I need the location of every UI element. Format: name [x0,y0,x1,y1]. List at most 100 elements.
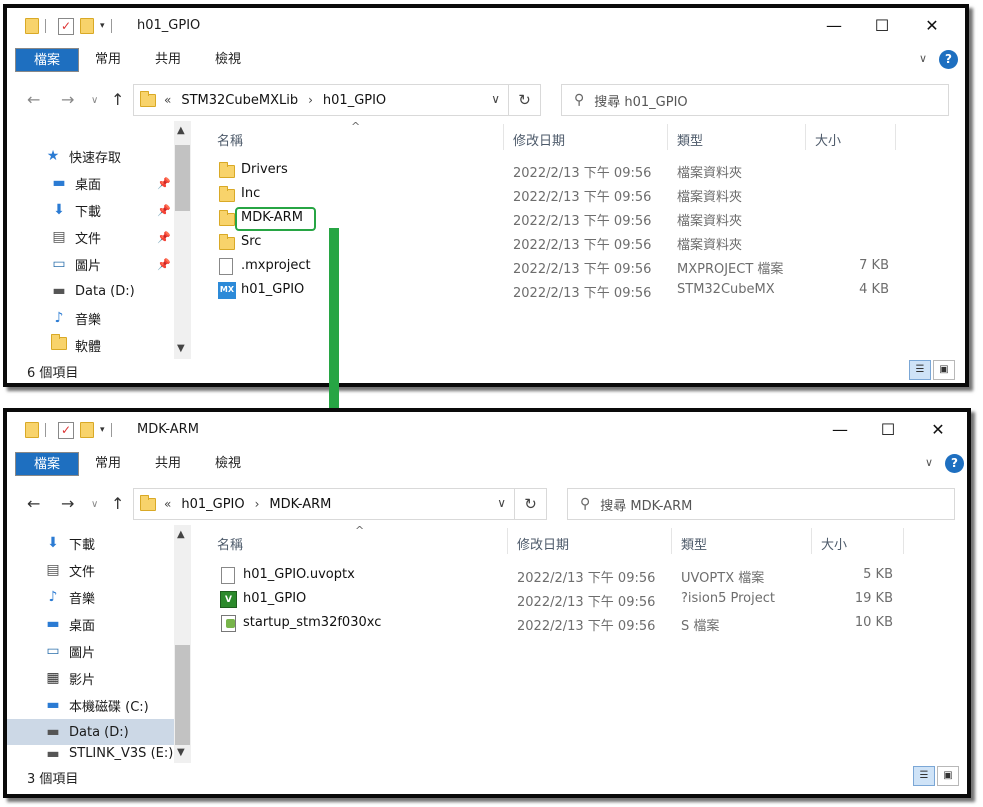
address-bar[interactable]: « h01_GPIO › MDK-ARM ∨ [133,488,515,520]
properties-icon[interactable]: ✓ [58,421,74,439]
tab-view[interactable]: 檢視 [205,48,251,72]
chevron-down-icon[interactable]: ∨ [491,92,500,106]
customize-toolbar-dropdown[interactable]: ▾ [100,425,105,435]
pin-icon[interactable]: 📌 [157,231,171,244]
tab-file[interactable]: 檔案 [15,452,79,476]
list-item[interactable]: startup_stm32f030xc 2022/2/13 下午 09:56 S… [219,612,919,636]
drive-icon: ▬ [46,697,60,713]
folder-icon[interactable] [25,422,39,438]
list-item[interactable]: Inc 2022/2/13 下午 09:56 檔案資料夾 [217,183,917,207]
sidebar-item-label: 圖片 [75,258,102,274]
properties-icon[interactable]: ✓ [58,17,74,35]
help-icon[interactable]: ? [939,50,958,69]
tab-share[interactable]: 共用 [145,452,191,476]
sidebar-item-software[interactable]: 軟體 [49,332,217,358]
help-icon[interactable]: ? [945,454,964,473]
pin-icon[interactable]: 📌 [157,177,171,190]
details-view-icon[interactable]: ☰ [913,766,935,786]
refresh-icon[interactable]: ↻ [515,488,547,520]
large-icons-view-icon[interactable]: ▣ [937,766,959,786]
nav-scrollbar[interactable]: ▲ ▼ [174,525,191,763]
scrollbar-thumb[interactable] [175,645,190,745]
tab-share[interactable]: 共用 [145,48,191,72]
chevron-down-icon[interactable]: ∨ [919,52,927,65]
column-type[interactable]: 類型 [681,534,707,553]
overflow-icon[interactable]: « [164,93,171,107]
tab-file[interactable]: 檔案 [15,48,79,72]
scroll-down-icon[interactable]: ▼ [177,747,185,758]
scroll-up-icon[interactable]: ▲ [177,125,185,136]
sidebar-item-data-d[interactable]: ▬ Data (D:) [7,719,175,745]
address-bar[interactable]: « STM32CubeMXLib › h01_GPIO ∨ [133,84,509,116]
back-icon[interactable]: ← [27,494,40,513]
forward-icon[interactable]: → [61,494,74,513]
breadcrumb-parent[interactable]: STM32CubeMXLib [181,93,298,108]
tab-home[interactable]: 常用 [85,452,131,476]
file-name: h01_GPIO [243,591,307,606]
chevron-down-icon[interactable]: ∨ [497,496,506,510]
column-size[interactable]: 大小 [815,130,841,149]
column-date[interactable]: 修改日期 [513,130,565,149]
column-size[interactable]: 大小 [821,534,847,553]
nav-scrollbar[interactable]: ▲ ▼ [174,121,191,359]
sidebar-item-label: 下載 [69,537,96,553]
breadcrumb-current[interactable]: MDK-ARM [269,497,331,512]
file-name: Inc [241,186,261,201]
up-icon[interactable]: ↑ [111,494,124,513]
overflow-icon[interactable]: « [164,497,171,511]
document-icon: ▤ [52,229,66,245]
folder-icon[interactable] [25,18,39,34]
sidebar-item-desktop[interactable]: ▬ 桌面 📌 [49,170,217,196]
recent-locations-icon[interactable]: ∨ [91,499,98,510]
download-icon: ⬇ [53,202,65,218]
breadcrumb-current[interactable]: h01_GPIO [323,93,386,108]
sidebar-item-pictures[interactable]: ▭ 圖片 📌 [49,251,217,277]
folder-icon [219,210,235,230]
tab-home[interactable]: 常用 [85,48,131,72]
chevron-down-icon[interactable]: ∨ [925,456,933,469]
sidebar-item-music[interactable]: ♪ 音樂 [49,305,217,331]
chevron-right-icon[interactable]: › [308,93,313,107]
column-name[interactable]: 名稱 [217,534,243,553]
details-view-icon[interactable]: ☰ [909,360,931,380]
sidebar-item-downloads[interactable]: ⬇ 下載 📌 [49,197,217,223]
sidebar-item-documents[interactable]: ▤ 文件 📌 [49,224,217,250]
refresh-icon[interactable]: ↻ [509,84,541,116]
column-name[interactable]: 名稱 [217,130,243,149]
large-icons-view-icon[interactable]: ▣ [933,360,955,380]
new-folder-icon[interactable] [80,18,94,34]
column-date[interactable]: 修改日期 [517,534,569,553]
minimize-button[interactable]: — [817,416,863,444]
file-size: 7 KB [859,258,889,273]
scroll-up-icon[interactable]: ▲ [177,529,185,540]
minimize-button[interactable]: — [811,12,857,40]
up-icon[interactable]: ↑ [111,90,124,109]
new-folder-icon[interactable] [80,422,94,438]
file-size: 19 KB [854,591,893,606]
list-item[interactable]: h01_GPIO.uvoptx 2022/2/13 下午 09:56 UVOPT… [219,564,919,588]
pin-icon[interactable]: 📌 [157,204,171,217]
close-button[interactable]: ✕ [915,416,961,444]
list-item[interactable]: V h01_GPIO 2022/2/13 下午 09:56 ?ision5 Pr… [219,588,919,612]
customize-toolbar-dropdown[interactable]: ▾ [100,21,105,31]
divider [45,19,46,33]
close-button[interactable]: ✕ [909,12,955,40]
maximize-button[interactable]: ☐ [865,416,911,444]
recent-locations-icon[interactable]: ∨ [91,95,98,106]
maximize-button[interactable]: ☐ [859,12,905,40]
sidebar-item-label: 下載 [75,204,102,220]
tab-view[interactable]: 檢視 [205,452,251,476]
scrollbar-thumb[interactable] [175,145,190,211]
chevron-right-icon[interactable]: › [255,497,260,511]
forward-icon[interactable]: → [61,90,74,109]
back-icon[interactable]: ← [27,90,40,109]
search-input[interactable]: ⚲ 搜尋 MDK-ARM [567,488,955,520]
pin-icon[interactable]: 📌 [157,258,171,271]
column-type[interactable]: 類型 [677,130,703,149]
scroll-down-icon[interactable]: ▼ [177,343,185,354]
sidebar-item-data-d[interactable]: ▬ Data (D:) [49,278,217,304]
breadcrumb-parent[interactable]: h01_GPIO [181,497,244,512]
list-item[interactable]: Drivers 2022/2/13 下午 09:56 檔案資料夾 [217,159,917,183]
file-date: 2022/2/13 下午 09:56 [513,166,652,181]
search-input[interactable]: ⚲ 搜尋 h01_GPIO [561,84,949,116]
